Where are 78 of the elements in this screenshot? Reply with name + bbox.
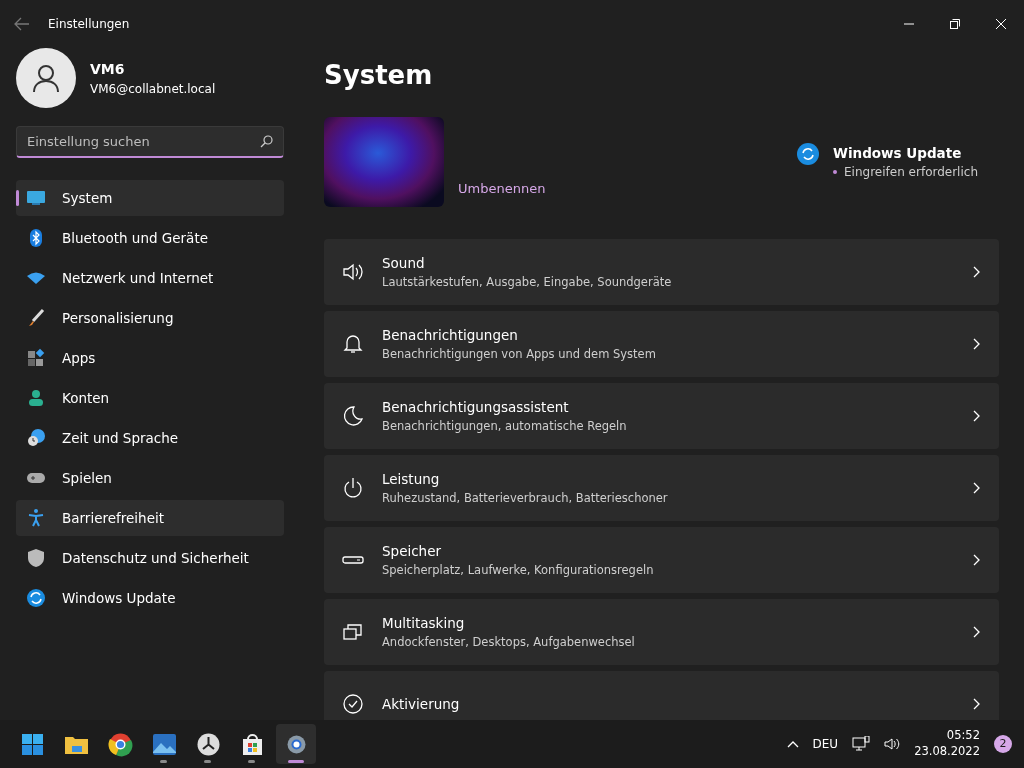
card-subtitle: Speicherplatz, Laufwerke, Konfigurationsregeln [382, 561, 655, 579]
chevron-right-icon [973, 410, 981, 422]
moon-icon [342, 405, 364, 427]
sidebar-item[interactable]: Datenschutz und Sicherheit [16, 540, 284, 576]
back-arrow-icon[interactable] [14, 17, 30, 31]
brush-icon [26, 308, 46, 328]
monitor-icon [26, 188, 46, 208]
clock-date[interactable]: 23.08.2022 [914, 744, 980, 760]
sidebar-item[interactable]: System [16, 180, 284, 216]
card-title: Benachrichtigungen [382, 326, 519, 346]
chevron-right-icon [973, 266, 981, 278]
card-subtitle: Ruhezustand, Batterieverbrauch, Batterieschoner [382, 489, 669, 507]
card-title: Speicher [382, 542, 443, 562]
rename-link[interactable]: Umbenennen [458, 179, 546, 199]
card-title: Aktivierung [382, 694, 461, 714]
card-subtitle: Benachrichtigungen von Apps und dem System [382, 345, 657, 363]
sidebar-item[interactable]: Personalisierung [16, 300, 284, 336]
page-title: System [324, 59, 434, 92]
chevron-up-icon[interactable] [786, 740, 799, 748]
settings-card[interactable]: Benachrichtigungsassistent Benachrichtigungen, automatische Regeln [324, 383, 999, 449]
card-subtitle: Lautstärkestufen, Ausgabe, Eingabe, Soundgeräte [382, 273, 673, 291]
card-title: Leistung [382, 470, 441, 490]
avatar-icon [16, 48, 76, 108]
card-title: Sound [382, 254, 426, 274]
sidebar-item[interactable]: Spielen [16, 460, 284, 496]
clock-time[interactable]: 05:52 [914, 728, 980, 744]
clock-globe-icon [26, 428, 46, 448]
card-subtitle: Benachrichtigungen, automatische Regeln [382, 417, 628, 435]
settings-card[interactable]: Aktivierung [324, 671, 999, 720]
search-field[interactable]: Einstellung suchen [16, 126, 284, 158]
sidebar-item[interactable]: Bluetooth und Geräte [16, 220, 284, 256]
restore-icon [950, 19, 960, 29]
volume-icon[interactable] [884, 737, 901, 751]
language-indicator[interactable]: DEU [812, 735, 839, 753]
network-icon[interactable] [852, 736, 871, 752]
chevron-right-icon [973, 482, 981, 494]
settings-card[interactable]: Benachrichtigungen Benachrichtigungen von Apps und dem System [324, 311, 999, 377]
update-title: Windows Update [833, 144, 963, 163]
sync-icon [26, 588, 46, 608]
sidebar-item[interactable]: Netzwerk und Internet [16, 260, 284, 296]
update-status: Eingreifen erforderlich [844, 164, 978, 182]
bell-icon [342, 333, 364, 355]
browser-icon [107, 731, 133, 757]
photos-icon [151, 731, 177, 757]
speaker-icon [342, 261, 364, 283]
card-title: Benachrichtigungsassistent [382, 398, 570, 418]
sidebar-item[interactable]: Konten [16, 380, 284, 416]
settings-card[interactable]: Leistung Ruhezustand, Batterieverbrauch, Batterieschoner [324, 455, 999, 521]
notification-count[interactable]: 2 [994, 735, 1012, 753]
settings-card[interactable]: Speicher Speicherplatz, Laufwerke, Konfigurationsregeln [324, 527, 999, 593]
chevron-right-icon [973, 554, 981, 566]
clock-icon [195, 731, 221, 757]
settings-card[interactable]: Sound Lautstärkestufen, Ausgabe, Eingabe, Soundgeräte [324, 239, 999, 305]
shield-icon [26, 548, 46, 568]
sidebar-item[interactable]: Windows Update [16, 580, 284, 616]
apps-icon [26, 348, 46, 368]
sync-icon [797, 143, 820, 165]
close-icon [996, 19, 1006, 29]
user-email: VM6@collabnet.local [90, 80, 216, 98]
card-subtitle: Andockfenster, Desktops, Aufgabenwechsel [382, 633, 636, 651]
chevron-right-icon [973, 626, 981, 638]
settings-card[interactable]: Multitasking Andockfenster, Desktops, Aufgabenwechsel [324, 599, 999, 665]
power-icon [342, 477, 364, 499]
chevron-right-icon [973, 338, 981, 350]
sidebar-item[interactable]: Barrierefreiheit [16, 500, 284, 536]
chevron-right-icon [973, 698, 981, 710]
status-dot-icon [833, 170, 838, 175]
accessibility-icon [26, 508, 46, 528]
sidebar-item[interactable]: Zeit und Sprache [16, 420, 284, 456]
person-icon [26, 388, 46, 408]
card-title: Multitasking [382, 614, 466, 634]
user-name: VM6 [90, 59, 126, 79]
windows-stack-icon [342, 621, 364, 643]
sidebar-item[interactable]: Apps [16, 340, 284, 376]
start-icon [19, 731, 45, 757]
check-circle-icon [342, 693, 364, 715]
window-title: Einstellungen [48, 16, 130, 33]
search-icon [260, 135, 273, 148]
